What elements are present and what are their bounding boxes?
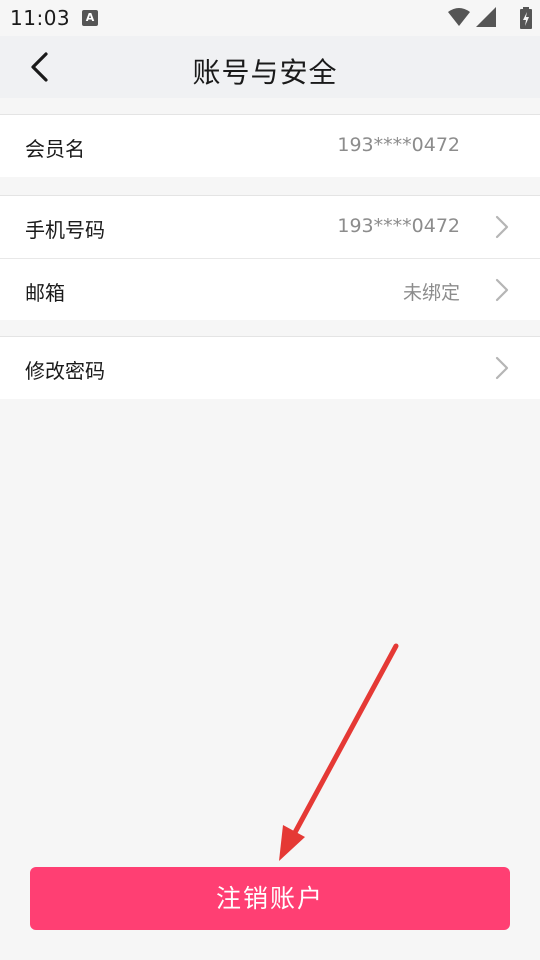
phone-value: 193****0472 — [337, 215, 460, 237]
page-title: 账号与安全 — [192, 56, 338, 89]
member-group: 会员名 193****0472 — [0, 114, 540, 177]
contact-group: 手机号码 193****0472 邮箱 未绑定 — [0, 195, 540, 320]
status-time: 11:03 — [10, 6, 71, 30]
change-password-label: 修改密码 — [25, 359, 105, 383]
signal-icon — [476, 7, 496, 27]
cancel-account-button[interactable]: 注销账户 — [30, 867, 510, 930]
phone-label: 手机号码 — [25, 218, 105, 242]
member-name-row: 会员名 193****0472 — [0, 115, 540, 177]
change-password-row[interactable]: 修改密码 — [0, 337, 540, 399]
email-value: 未绑定 — [402, 282, 460, 304]
wifi-icon — [448, 8, 470, 26]
a-icon: A — [82, 10, 98, 26]
status-bar: 11:03 A — [0, 0, 540, 36]
phone-row[interactable]: 手机号码 193****0472 — [0, 196, 540, 258]
member-name-label: 会员名 — [25, 137, 85, 161]
member-name-value: 193****0472 — [337, 134, 460, 156]
top-bar: 账号与安全 — [0, 36, 540, 98]
chevron-right-icon — [495, 278, 509, 302]
chevron-right-icon — [495, 356, 509, 380]
email-label: 邮箱 — [25, 281, 65, 305]
password-group: 修改密码 — [0, 336, 540, 399]
chevron-right-icon — [495, 215, 509, 239]
email-row[interactable]: 邮箱 未绑定 — [0, 258, 540, 320]
battery-charging-icon — [520, 7, 532, 29]
